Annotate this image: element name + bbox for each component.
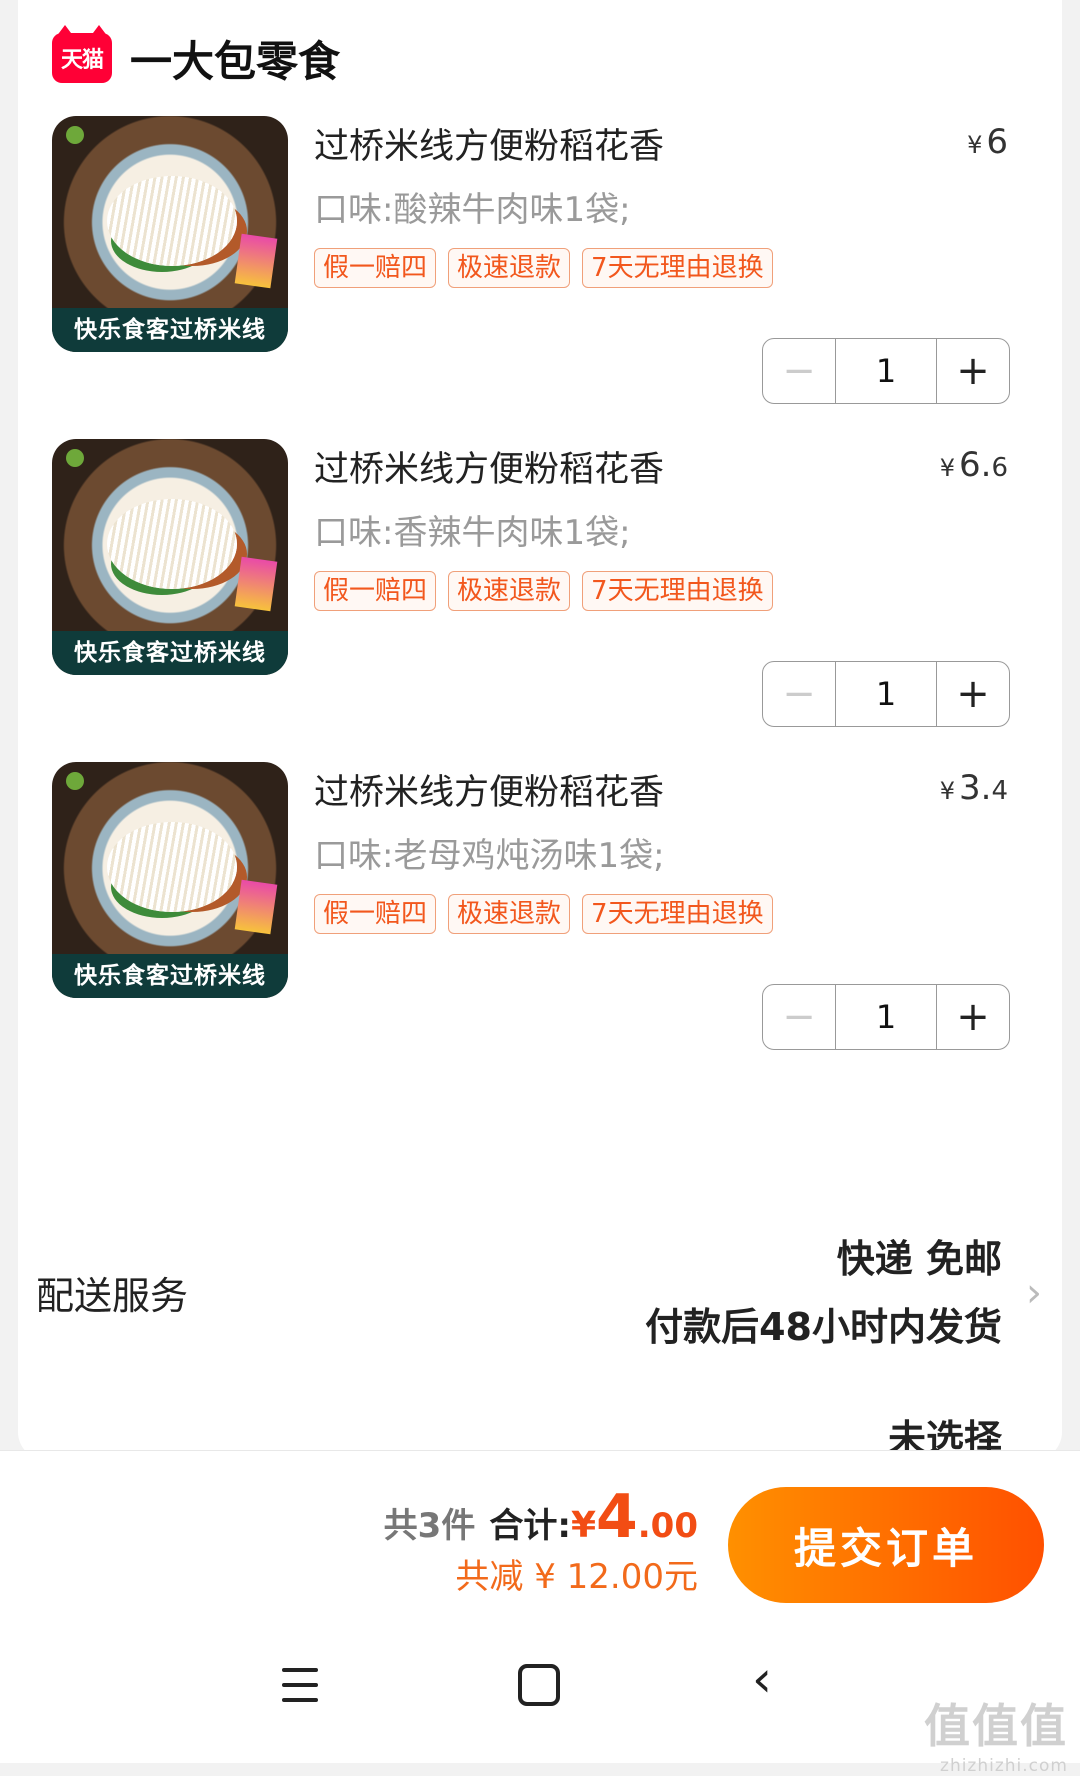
seasoning-pack-graphic	[234, 556, 278, 612]
order-total: 共3件 合计: ¥ 4 .00	[383, 1482, 698, 1552]
brand-leaf-icon	[66, 772, 84, 790]
tag-fake-compensation: 假一赔四	[314, 894, 437, 934]
quantity-value[interactable]: 1	[835, 985, 937, 1049]
product-image[interactable]: 快乐食客过桥米线	[52, 439, 288, 675]
total-label: 合计:	[489, 1506, 571, 1546]
seasoning-pack-graphic	[234, 233, 278, 289]
product-price: ¥3.4	[940, 768, 1008, 808]
brand-leaf-icon	[66, 449, 84, 467]
product-flavor[interactable]: 口味:香辣牛肉味1袋;	[314, 505, 631, 554]
tag-7day-return: 7天无理由退换	[582, 894, 773, 934]
product-image-banner: 快乐食客过桥米线	[52, 631, 288, 675]
product-image-banner: 快乐食客过桥米线	[52, 308, 288, 352]
chevron-right-icon[interactable]: ›	[1026, 1270, 1042, 1316]
tag-7day-return: 7天无理由退换	[582, 571, 773, 611]
shop-name[interactable]: 一大包零食	[130, 28, 340, 89]
checkout-bar: 共3件 合计: ¥ 4 .00 共减 ¥ 12.00元 提交订单	[0, 1450, 1080, 1631]
total-decimal: .00	[637, 1506, 698, 1546]
decrease-quantity-button[interactable]: −	[763, 662, 835, 726]
product-image[interactable]: 快乐食客过桥米线	[52, 116, 288, 352]
service-tags: 假一赔四 极速退款 7天无理由退换	[314, 248, 773, 288]
cart-item: 快乐食客过桥米线 过桥米线方便粉稻花香 ¥6.6 口味:香辣牛肉味1袋; 假一赔…	[18, 439, 1062, 739]
product-price: ¥6	[967, 122, 1008, 162]
tag-fast-refund: 极速退款	[448, 248, 571, 288]
unselected-option-value[interactable]: 未选择	[888, 1408, 1002, 1452]
price-currency: ¥	[939, 777, 955, 805]
menu-icon[interactable]	[282, 1668, 318, 1702]
cart-item: 快乐食客过桥米线 过桥米线方便粉稻花香 ¥6 口味:酸辣牛肉味1袋; 假一赔四 …	[18, 116, 1062, 416]
brand-leaf-icon	[66, 126, 84, 144]
tag-fake-compensation: 假一赔四	[314, 571, 437, 611]
product-flavor[interactable]: 口味:老母鸡炖汤味1袋;	[314, 828, 665, 877]
product-title[interactable]: 过桥米线方便粉稻花香	[314, 118, 664, 169]
tag-7day-return: 7天无理由退换	[582, 248, 773, 288]
price-currency: ¥	[939, 454, 955, 482]
cart-item: 快乐食客过桥米线 过桥米线方便粉稻花香 ¥3.4 口味:老母鸡炖汤味1袋; 假一…	[18, 762, 1062, 1062]
product-image[interactable]: 快乐食客过桥米线	[52, 762, 288, 998]
increase-quantity-button[interactable]: +	[937, 339, 1009, 403]
tag-fast-refund: 极速退款	[448, 571, 571, 611]
total-integer: 4	[596, 1482, 638, 1552]
quantity-value[interactable]: 1	[835, 339, 937, 403]
noodle-bowl-graphic	[107, 822, 237, 912]
tmall-logo: 天猫	[52, 25, 112, 83]
delivery-service-label: 配送服务	[36, 1274, 189, 1318]
decrease-quantity-button[interactable]: −	[763, 985, 835, 1049]
discount-amount[interactable]: 共减 ¥ 12.00元	[455, 1549, 698, 1598]
delivery-method[interactable]: 快递 免邮	[837, 1228, 1002, 1283]
watermark-logo: 值值值	[924, 1699, 1068, 1753]
increase-quantity-button[interactable]: +	[937, 662, 1009, 726]
decrease-quantity-button[interactable]: −	[763, 339, 835, 403]
product-title[interactable]: 过桥米线方便粉稻花香	[314, 441, 664, 492]
shop-header[interactable]: 天猫 一大包零食	[52, 25, 340, 89]
noodle-bowl-graphic	[107, 499, 237, 589]
submit-order-button[interactable]: 提交订单	[728, 1487, 1044, 1603]
system-nav-bar: ‹ 值值值 zhizhizhi.com	[0, 1630, 1080, 1776]
quantity-value[interactable]: 1	[835, 662, 937, 726]
back-icon[interactable]: ‹	[752, 1654, 772, 1704]
item-count: 共3件	[383, 1506, 476, 1546]
tag-fake-compensation: 假一赔四	[314, 248, 437, 288]
price-integer: 6.	[959, 445, 992, 485]
increase-quantity-button[interactable]: +	[937, 985, 1009, 1049]
quantity-stepper: − 1 +	[762, 661, 1010, 727]
tmall-logo-text: 天猫	[60, 48, 104, 73]
product-flavor[interactable]: 口味:酸辣牛肉味1袋;	[314, 182, 631, 231]
watermark: 值值值 zhizhizhi.com	[924, 1690, 1068, 1776]
service-tags: 假一赔四 极速退款 7天无理由退换	[314, 571, 773, 611]
service-tags: 假一赔四 极速退款 7天无理由退换	[314, 894, 773, 934]
delivery-ship-time[interactable]: 付款后48小时内发货	[645, 1296, 1002, 1351]
tag-fast-refund: 极速退款	[448, 894, 571, 934]
product-image-banner: 快乐食客过桥米线	[52, 954, 288, 998]
home-icon[interactable]	[518, 1664, 560, 1706]
price-currency: ¥	[967, 131, 983, 159]
quantity-stepper: − 1 +	[762, 338, 1010, 404]
price-integer: 6	[986, 122, 1008, 162]
noodle-bowl-graphic	[107, 176, 237, 266]
watermark-url: zhizhizhi.com	[940, 1756, 1068, 1776]
price-decimal: 6	[991, 453, 1008, 483]
quantity-stepper: − 1 +	[762, 984, 1010, 1050]
total-currency: ¥	[570, 1505, 597, 1546]
seasoning-pack-graphic	[234, 879, 278, 935]
price-integer: 3.	[959, 768, 992, 808]
product-price: ¥6.6	[940, 445, 1008, 485]
price-decimal: 4	[991, 776, 1008, 806]
product-title[interactable]: 过桥米线方便粉稻花香	[314, 764, 664, 815]
